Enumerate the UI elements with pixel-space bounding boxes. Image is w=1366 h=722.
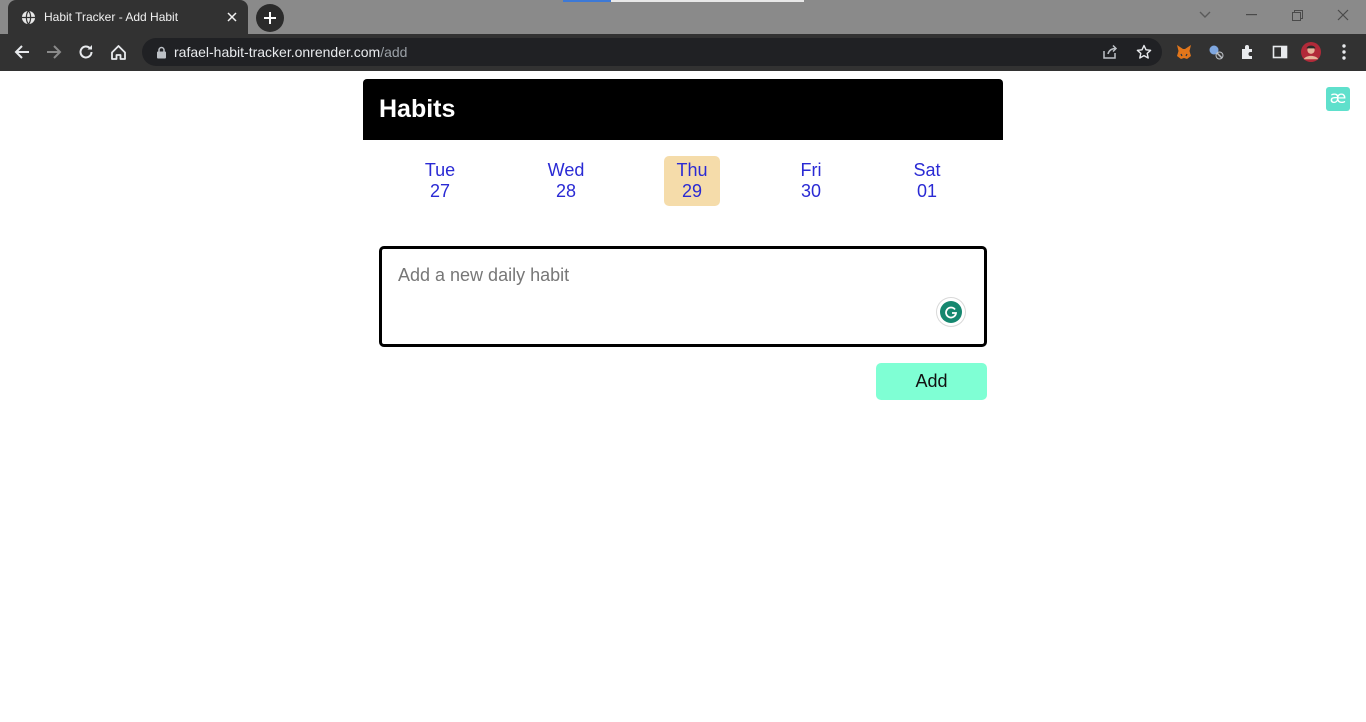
plus-icon [264,12,276,24]
day-date: 28 [555,181,577,201]
close-icon [1337,9,1349,21]
loading-track [611,0,804,2]
habit-input-box [379,246,987,347]
restore-button[interactable] [1274,0,1320,30]
day-fri[interactable]: Fri 30 [783,156,839,206]
day-weekday: Sat [913,160,941,180]
avatar[interactable] [1301,42,1321,62]
day-date: 27 [429,181,451,201]
url-text: rafael-habit-tracker.onrender.com/add [174,44,407,60]
sidepanel-icon[interactable] [1270,42,1290,62]
browser-tab-strip: Habit Tracker - Add Habit [0,0,1366,34]
restore-icon [1291,9,1303,21]
habit-input[interactable] [398,265,918,325]
day-wed[interactable]: Wed 28 [538,156,594,206]
lock-icon[interactable] [154,45,168,59]
share-icon[interactable] [1100,42,1120,62]
browser-toolbar: rafael-habit-tracker.onrender.com/add [0,34,1366,71]
tab-title: Habit Tracker - Add Habit [44,10,179,24]
star-icon[interactable] [1134,42,1154,62]
chevron-down-icon [1199,11,1211,18]
globe-icon [21,10,36,25]
day-weekday: Thu [676,160,708,180]
loading-indicator [563,0,611,2]
reload-button[interactable] [71,37,101,67]
day-tue[interactable]: Tue 27 [412,156,468,206]
minimize-icon [1245,14,1257,16]
menu-icon[interactable] [1334,42,1354,62]
reload-icon [79,45,93,59]
day-weekday: Tue [424,160,456,180]
day-sat[interactable]: Sat 01 [899,156,955,206]
day-thu[interactable]: Thu 29 [664,156,720,206]
browser-tab[interactable]: Habit Tracker - Add Habit [8,0,248,34]
back-button[interactable] [7,37,37,67]
home-button[interactable] [103,37,133,67]
back-icon [14,45,29,59]
close-window-button[interactable] [1320,0,1366,30]
ae-extension-badge[interactable]: æ [1326,87,1350,111]
minimize-button[interactable] [1228,0,1274,30]
home-icon [110,44,126,60]
url-path: /add [380,44,408,60]
app-header: Habits [363,79,1003,140]
day-date: 29 [681,181,703,201]
extension-icon[interactable] [1206,42,1226,62]
day-date: 30 [800,181,822,201]
tab-search-button[interactable] [1182,0,1228,30]
day-date: 01 [916,181,938,201]
day-weekday: Fri [800,160,822,180]
day-weekday: Wed [547,160,585,180]
puzzle-icon[interactable] [1238,42,1258,62]
page-title: Habits [379,95,456,123]
url-host: rafael-habit-tracker.onrender.com [174,44,381,60]
grammarly-icon [940,301,962,323]
forward-button[interactable] [39,37,69,67]
grammarly-button[interactable] [937,298,965,326]
close-icon[interactable] [220,5,244,29]
add-button[interactable]: Add [876,363,987,400]
forward-icon [47,45,62,59]
new-tab-button[interactable] [256,4,284,32]
address-bar[interactable]: rafael-habit-tracker.onrender.com/add [142,38,1162,66]
metamask-icon[interactable] [1174,42,1194,62]
